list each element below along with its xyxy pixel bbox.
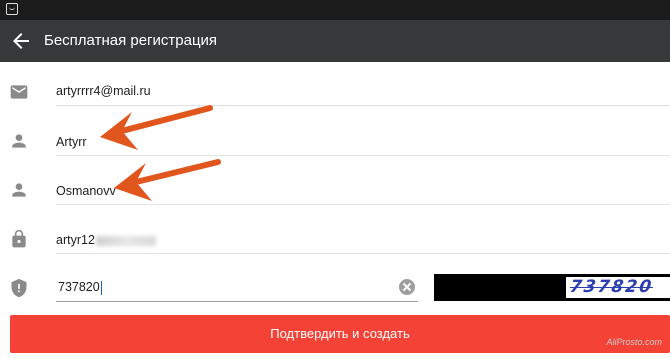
password-blurred: [95, 235, 156, 246]
last-name-field[interactable]: Osmanovv: [56, 184, 116, 198]
text-caret: [100, 280, 102, 295]
status-bar: [0, 0, 670, 20]
last-name-row[interactable]: Osmanovv: [0, 165, 670, 213]
captcha-value-text: 737820: [58, 280, 100, 294]
divider: [56, 105, 670, 106]
submit-button[interactable]: Подтвердить и создать: [10, 315, 670, 353]
first-name-field[interactable]: Artyrr: [56, 135, 87, 149]
email-icon: [10, 85, 28, 99]
person-icon: [12, 183, 26, 197]
captcha-input[interactable]: 737820: [56, 272, 418, 302]
page-title: Бесплатная регистрация: [44, 32, 218, 49]
password-visible-text: artyr12: [56, 233, 95, 247]
email-field[interactable]: artyrrrr4@mail.ru: [56, 84, 151, 98]
divider: [56, 204, 670, 205]
person-icon: [12, 134, 26, 148]
android-notification-icon: [6, 3, 18, 15]
email-row[interactable]: artyrrrr4@mail.ru: [0, 68, 670, 116]
divider: [56, 155, 670, 156]
first-name-row[interactable]: Artyrr: [0, 117, 670, 165]
lock-icon: [12, 229, 26, 248]
captcha-input-value: 737820: [58, 280, 102, 295]
clear-icon[interactable]: [399, 279, 415, 295]
divider: [56, 253, 670, 254]
password-row[interactable]: artyr12: [0, 213, 670, 261]
arrow-back-icon[interactable]: [9, 29, 33, 53]
password-field[interactable]: artyr12: [56, 233, 156, 247]
captcha-image-panel: 737820: [566, 277, 670, 298]
app-bar: Бесплатная регистрация: [0, 20, 670, 62]
watermark: AliProsto.com: [606, 337, 662, 347]
captcha-image-text: 737820: [568, 277, 655, 297]
shield-icon: [11, 278, 27, 298]
captcha-image: 737820: [434, 274, 670, 301]
